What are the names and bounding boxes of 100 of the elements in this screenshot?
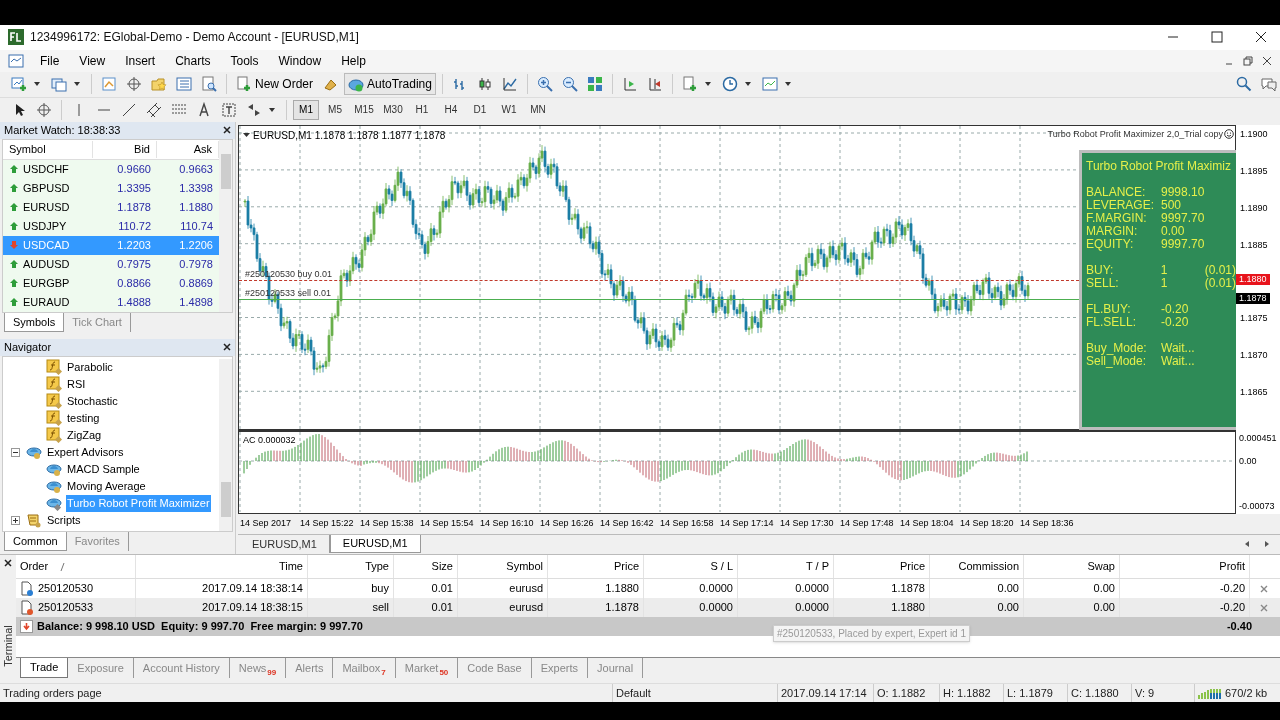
restore-icon[interactable] bbox=[1243, 55, 1253, 66]
channel-icon[interactable] bbox=[146, 101, 162, 118]
tree-item[interactable]: MACD Sample bbox=[66, 461, 141, 478]
close-icon[interactable] bbox=[1254, 30, 1268, 45]
crosshair-icon[interactable] bbox=[126, 76, 142, 93]
timeframe-button[interactable]: M1 bbox=[293, 99, 319, 120]
toolbar-button[interactable]: New Order bbox=[233, 73, 316, 96]
clock-icon[interactable] bbox=[721, 76, 738, 93]
tab[interactable]: Trade bbox=[20, 658, 69, 679]
zoom-in-icon[interactable] bbox=[536, 76, 553, 93]
timeframe-button[interactable]: D1 bbox=[467, 99, 493, 120]
axis-label: 14 Sep 16:58 bbox=[660, 516, 714, 530]
timeframe-button[interactable]: H4 bbox=[438, 99, 464, 120]
timeframe-button[interactable]: M5 bbox=[322, 99, 348, 120]
search-icon[interactable] bbox=[1236, 76, 1252, 93]
bid-price: 1.4888 bbox=[116, 295, 152, 311]
scrollbar[interactable] bbox=[219, 358, 232, 532]
text-label-icon[interactable] bbox=[221, 101, 237, 118]
count-label: 99 bbox=[267, 667, 277, 680]
chart-tab[interactable]: EURUSD,M1 bbox=[329, 534, 421, 553]
symbol-name: EURAUD bbox=[23, 295, 70, 311]
tree-item[interactable]: Scripts bbox=[46, 512, 82, 529]
expander-icon[interactable] bbox=[11, 515, 20, 525]
shift-chart-icon[interactable] bbox=[621, 76, 638, 93]
timeframe-button[interactable]: M30 bbox=[380, 99, 406, 120]
table-cell-text: buy bbox=[371, 581, 389, 597]
tree-item[interactable]: Parabolic bbox=[66, 359, 114, 376]
scrollbar[interactable] bbox=[219, 139, 232, 312]
axis-label: 14 Sep 18:36 bbox=[1020, 516, 1074, 530]
chart-plus-icon[interactable] bbox=[11, 76, 27, 93]
indicator-icon bbox=[46, 376, 62, 393]
close-icon[interactable] bbox=[223, 343, 231, 352]
sort-indicator-icon bbox=[60, 562, 66, 571]
symbol-name: GBPUSD bbox=[23, 181, 70, 197]
count-label: 7 bbox=[381, 667, 386, 680]
dropdown-caret-icon[interactable] bbox=[268, 105, 276, 114]
scroll-left-icon[interactable] bbox=[1244, 539, 1250, 548]
column-header: Symbol bbox=[506, 559, 543, 575]
ask-price: 1.3398 bbox=[178, 181, 214, 197]
timeframe-button[interactable]: H1 bbox=[409, 99, 435, 120]
close-icon[interactable] bbox=[4, 559, 12, 568]
info-value: 500 bbox=[1161, 198, 1183, 212]
text-icon[interactable] bbox=[196, 101, 212, 118]
menu-item[interactable]: File bbox=[30, 51, 70, 70]
scroll-right-icon[interactable] bbox=[1264, 539, 1270, 548]
column-header: T / P bbox=[805, 559, 829, 575]
close-icon[interactable] bbox=[1262, 55, 1272, 66]
timeframe-button[interactable]: MN bbox=[525, 99, 551, 120]
zoom-out-icon[interactable] bbox=[561, 76, 578, 93]
tree-item[interactable]: Expert Advisors bbox=[46, 444, 125, 461]
trendline-icon[interactable] bbox=[121, 101, 137, 118]
summary-text: Balance: 9 998.10 USD Equity: 9 997.70 Free margin: 9 997.70 bbox=[37, 619, 363, 635]
chart-tab[interactable]: EURUSD,M1 bbox=[240, 534, 330, 553]
tree-item[interactable]: ZigZag bbox=[66, 427, 103, 444]
maximize-icon[interactable] bbox=[1210, 30, 1224, 45]
panel-title: Turbo Robot Profit Maximiz bbox=[1086, 159, 1232, 173]
arrows-icon[interactable] bbox=[246, 101, 262, 118]
tile-windows-icon[interactable] bbox=[586, 76, 603, 93]
menu-item[interactable]: View bbox=[69, 51, 116, 70]
autoscroll-icon[interactable] bbox=[646, 76, 663, 93]
document-plus-icon[interactable] bbox=[681, 76, 698, 93]
timeframe-button[interactable]: M15 bbox=[351, 99, 377, 120]
tree-item[interactable]: Stochastic bbox=[66, 393, 119, 410]
expander-icon[interactable] bbox=[11, 447, 20, 457]
tree-item[interactable]: RSI bbox=[66, 376, 87, 393]
tab[interactable]: Symbols bbox=[4, 312, 65, 332]
line-chart-icon[interactable] bbox=[501, 76, 518, 93]
menu-item[interactable]: Help bbox=[331, 51, 376, 70]
indicator-icon bbox=[46, 393, 62, 410]
document-search-icon[interactable] bbox=[201, 76, 217, 93]
windows-icon[interactable] bbox=[51, 76, 67, 93]
table-cell-text: 0.0000 bbox=[699, 581, 733, 597]
info-label: BALANCE: bbox=[1086, 185, 1147, 199]
column-header: Bid bbox=[93, 141, 157, 158]
axis-label: 14 Sep 15:22 bbox=[300, 516, 354, 530]
menu-item[interactable]: Insert bbox=[115, 51, 166, 70]
tab[interactable]: Common bbox=[4, 532, 67, 552]
menu-item[interactable]: Charts bbox=[165, 51, 221, 70]
toolbar-button[interactable]: AutoTrading bbox=[344, 73, 436, 96]
tree-item[interactable]: testing bbox=[66, 410, 101, 427]
axis-label: 14 Sep 17:14 bbox=[720, 516, 774, 530]
table-cell-text: 0.0000 bbox=[795, 581, 829, 597]
candlestick-icon[interactable] bbox=[476, 76, 493, 93]
crosshair-icon[interactable] bbox=[36, 101, 52, 118]
menu-item[interactable]: Tools bbox=[220, 51, 269, 70]
collapse-caret-icon[interactable] bbox=[243, 131, 250, 138]
count-label: 50 bbox=[439, 668, 449, 680]
folder-star-icon[interactable] bbox=[151, 76, 167, 93]
tree-item[interactable]: Moving Average bbox=[66, 478, 147, 495]
chart-icon[interactable] bbox=[101, 76, 117, 93]
indicator-label: AC 0.000032 bbox=[243, 433, 296, 447]
axis-label: 14 Sep 17:30 bbox=[780, 516, 834, 530]
chat-icon[interactable] bbox=[1261, 76, 1277, 93]
menu-item[interactable]: Window bbox=[268, 51, 332, 70]
panel-title: Market Watch: 18:38:33 bbox=[4, 123, 121, 139]
close-icon[interactable] bbox=[223, 126, 231, 135]
status-text: Trading orders page bbox=[3, 685, 102, 701]
timeframe-button[interactable]: W1 bbox=[496, 99, 522, 120]
bid-price: 0.8866 bbox=[116, 276, 152, 292]
template-icon[interactable] bbox=[761, 76, 778, 93]
